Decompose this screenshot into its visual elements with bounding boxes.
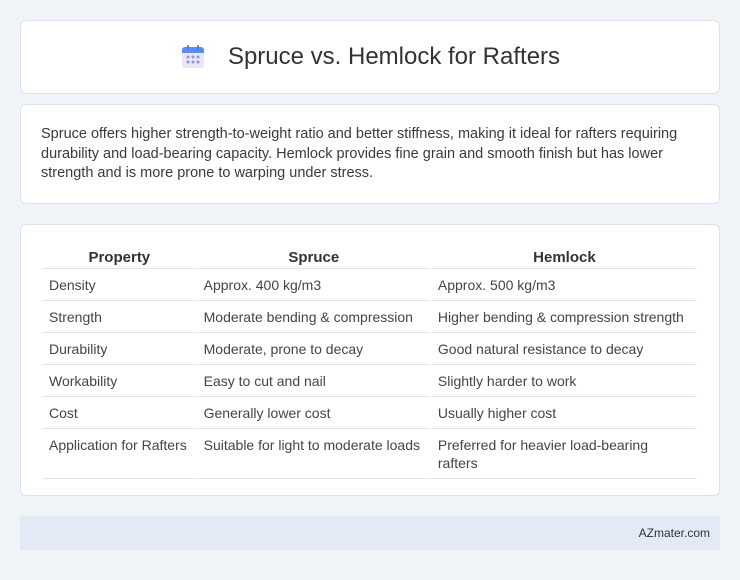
- table-cell: Higher bending & compression strength: [431, 301, 697, 333]
- table-cell: Preferred for heavier load-bearing rafte…: [431, 429, 697, 479]
- table-cell: Workability: [43, 365, 196, 397]
- comparison-table: Property Spruce Hemlock Density Approx. …: [41, 247, 699, 479]
- table-row: Application for Rafters Suitable for lig…: [43, 429, 697, 479]
- column-header-property: Property: [43, 247, 196, 269]
- table-cell: Easy to cut and nail: [197, 365, 430, 397]
- table-cell: Generally lower cost: [197, 397, 430, 429]
- calendar-icon: [180, 44, 206, 70]
- table-cell: Durability: [43, 333, 196, 365]
- table-cell: Good natural resistance to decay: [431, 333, 697, 365]
- table-row: Cost Generally lower cost Usually higher…: [43, 397, 697, 429]
- table-row: Durability Moderate, prone to decay Good…: [43, 333, 697, 365]
- table-row: Density Approx. 400 kg/m3 Approx. 500 kg…: [43, 269, 697, 301]
- summary-text: Spruce offers higher strength-to-weight …: [41, 126, 678, 181]
- table-cell: Density: [43, 269, 196, 301]
- table-cell: Cost: [43, 397, 196, 429]
- table-header-row: Property Spruce Hemlock: [43, 247, 697, 269]
- table-row: Strength Moderate bending & compression …: [43, 301, 697, 333]
- table-cell: Strength: [43, 301, 196, 333]
- table-cell: Approx. 400 kg/m3: [197, 269, 430, 301]
- column-header-hemlock: Hemlock: [431, 247, 697, 269]
- table-cell: Approx. 500 kg/m3: [431, 269, 697, 301]
- table-row: Workability Easy to cut and nail Slightl…: [43, 365, 697, 397]
- table-cell: Moderate, prone to decay: [197, 333, 430, 365]
- comparison-card: Property Spruce Hemlock Density Approx. …: [20, 224, 720, 496]
- page-title: Spruce vs. Hemlock for Rafters: [227, 43, 561, 70]
- footer-brand: AZmater.com: [638, 526, 710, 540]
- column-header-spruce: Spruce: [197, 247, 430, 269]
- table-cell: Application for Rafters: [43, 429, 196, 479]
- summary-card: Spruce offers higher strength-to-weight …: [20, 104, 720, 204]
- title-card: Spruce vs. Hemlock for Rafters: [20, 20, 720, 94]
- footer-bar: AZmater.com: [20, 516, 720, 550]
- table-cell: Moderate bending & compression: [197, 301, 430, 333]
- table-cell: Usually higher cost: [431, 397, 697, 429]
- table-cell: Slightly harder to work: [431, 365, 697, 397]
- table-cell: Suitable for light to moderate loads: [197, 429, 430, 479]
